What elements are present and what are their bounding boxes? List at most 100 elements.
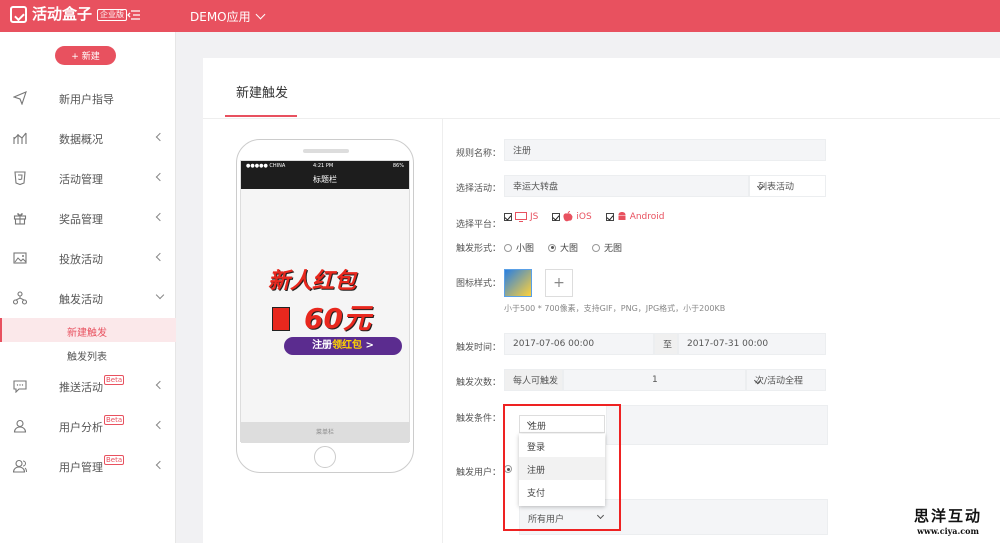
time-separator: 至: [654, 333, 678, 355]
end-time-input[interactable]: 2017-07-31 00:00: [678, 333, 826, 355]
platform-ios[interactable]: iOS: [552, 211, 592, 222]
chat-icon: [13, 380, 27, 393]
chart-icon: [13, 132, 27, 144]
icon-hint: 小于500 * 700像素，支持GIF，PNG，JPG格式，小于200KB: [504, 304, 726, 313]
watermark: 思洋互动 www.ciya.com: [898, 505, 998, 536]
cta-post: >: [362, 340, 374, 351]
trigger-form-radios: 小图 大图 无图: [504, 241, 636, 254]
main-panel: 新建触发 ●●●●● CHINA 4:21 PM 86% 标题栏 新人红包 60…: [203, 58, 1000, 543]
radio-button[interactable]: [504, 243, 512, 252]
artwork-line1: 新人红包: [268, 269, 357, 294]
checkbox-checked[interactable]: [552, 212, 561, 221]
sidebar-item-text: 用户分析: [59, 421, 103, 434]
sidebar-item-data-overview[interactable]: 数据概况: [0, 118, 176, 158]
sidebar-item-label: 触发活动: [59, 293, 103, 306]
logo[interactable]: 活动盒子 企业版: [10, 5, 128, 23]
sidebar-item-prize-management[interactable]: 奖品管理: [0, 198, 176, 238]
chevron-left-icon: [155, 172, 165, 182]
trigger-form-label: 触发形式：: [456, 244, 502, 254]
chevron-down-icon: [255, 9, 266, 20]
start-time-input[interactable]: 2017-07-06 00:00: [504, 333, 654, 355]
icon-style-label: 图标样式：: [456, 279, 502, 289]
radio-button-selected[interactable]: [548, 243, 557, 252]
trigger-count-label: 触发次数：: [456, 378, 502, 388]
logo-text: 活动盒子: [32, 5, 93, 23]
sidebar-item-label: 用户管理 Beta: [59, 455, 125, 475]
top-bar: 活动盒子 企业版 DEMO应用: [0, 0, 1000, 32]
activity-type-select[interactable]: 列表活动: [749, 175, 826, 197]
user-icon: [13, 419, 27, 433]
icon-thumbnail[interactable]: [504, 269, 532, 297]
platform-android-label: Android: [629, 211, 665, 222]
divider: [442, 118, 443, 543]
new-button[interactable]: + 新建: [55, 46, 116, 65]
activity-label: 选择活动：: [456, 184, 502, 194]
count-input[interactable]: 1: [563, 369, 746, 391]
menu-collapse-icon[interactable]: [127, 8, 141, 22]
rule-name-input[interactable]: 注册: [504, 139, 826, 161]
sidebar-item-user-analysis[interactable]: 用户分析 Beta: [0, 406, 176, 446]
trigger-time-label: 触发时间：: [456, 343, 502, 353]
chevron-left-icon: [155, 460, 165, 470]
active-tab-indicator: [225, 115, 297, 117]
sidebar-item-user-management[interactable]: 用户管理 Beta: [0, 446, 176, 486]
count-unit-select[interactable]: 次/活动全程: [746, 369, 826, 391]
cta-emphasis: 领红包: [332, 340, 363, 351]
watermark-url: www.ciya.com: [917, 526, 979, 536]
paper-plane-icon: [13, 91, 27, 105]
red-envelope-icon: [272, 307, 290, 331]
sidebar-item-trigger-activity[interactable]: 触发活动: [0, 278, 176, 318]
phone-home-button: [314, 446, 336, 468]
sidebar-subitem-label: 触发列表: [67, 352, 107, 363]
chevron-left-icon: [155, 132, 165, 142]
time-separator-text: 至: [663, 340, 673, 351]
count-prefix-text: 每人可触发: [513, 376, 559, 387]
add-icon-button[interactable]: +: [545, 269, 573, 297]
count-prefix: 每人可触发: [504, 369, 563, 391]
red-packet-artwork: 新人红包 60元 注册领红包 >: [268, 257, 402, 369]
beta-badge: Beta: [104, 455, 125, 465]
clock: 4:21 PM: [313, 163, 334, 169]
phone-speaker: [303, 149, 349, 153]
platform-js[interactable]: JS: [504, 211, 538, 222]
sidebar-item-label: 数据概况: [59, 133, 103, 146]
platform-android[interactable]: Android: [605, 211, 665, 222]
gift-icon: [13, 213, 27, 225]
sidebar-item-activity-management[interactable]: 活动管理: [0, 158, 176, 198]
radio-label: 小图: [516, 244, 535, 254]
chevron-left-icon: [155, 252, 165, 262]
beta-badge: Beta: [104, 415, 125, 425]
sidebar-item-label: 投放活动: [59, 253, 103, 266]
checkbox-checked[interactable]: [504, 212, 512, 221]
sidebar-item-deliver-activity[interactable]: 投放活动: [0, 238, 176, 278]
sidebar-nav: 新用户指导 数据概况 活动管理 奖品管理 投放活动 触发活动 新建触发 触发列表…: [0, 78, 176, 486]
radio-label: 大图: [560, 244, 579, 254]
activity-select[interactable]: 幸运大转盘: [504, 175, 749, 197]
chevron-left-icon: [155, 212, 165, 222]
rule-name-label: 规则名称：: [456, 149, 502, 159]
end-time-value: 2017-07-31 00:00: [687, 339, 769, 349]
radio-large-image[interactable]: 大图: [548, 241, 578, 254]
sidebar-subitem-trigger-list[interactable]: 触发列表: [0, 342, 176, 366]
radio-small-image[interactable]: 小图: [504, 241, 534, 254]
radio-button[interactable]: [592, 243, 601, 252]
sidebar-item-new-user-guide[interactable]: 新用户指导: [0, 78, 176, 118]
sidebar-item-label: 推送活动 Beta: [59, 375, 125, 395]
carrier: ●●●●● CHINA: [246, 163, 286, 169]
sidebar-item-push-activity[interactable]: 推送活动 Beta: [0, 366, 176, 406]
radio-no-image[interactable]: 无图: [592, 241, 622, 254]
sidebar-item-label: 新用户指导: [59, 93, 114, 106]
platform-ios-label: iOS: [576, 211, 592, 222]
beta-badge: Beta: [104, 375, 125, 385]
app-switcher[interactable]: DEMO应用: [190, 8, 266, 25]
sidebar-item-text: 推送活动: [59, 381, 103, 394]
sidebar-item-label: 活动管理: [59, 173, 103, 186]
sidebar-item-text: 用户管理: [59, 461, 103, 474]
rule-name-value: 注册: [513, 146, 532, 157]
tab-new-trigger[interactable]: 新建触发: [236, 82, 288, 101]
checkbox-checked[interactable]: [605, 212, 614, 221]
platform-label: 选择平台：: [456, 220, 502, 230]
sidebar-item-label: 奖品管理: [59, 213, 103, 226]
count-unit-value: 次/活动全程: [755, 376, 804, 387]
sidebar-subitem-new-trigger[interactable]: 新建触发: [0, 318, 176, 342]
